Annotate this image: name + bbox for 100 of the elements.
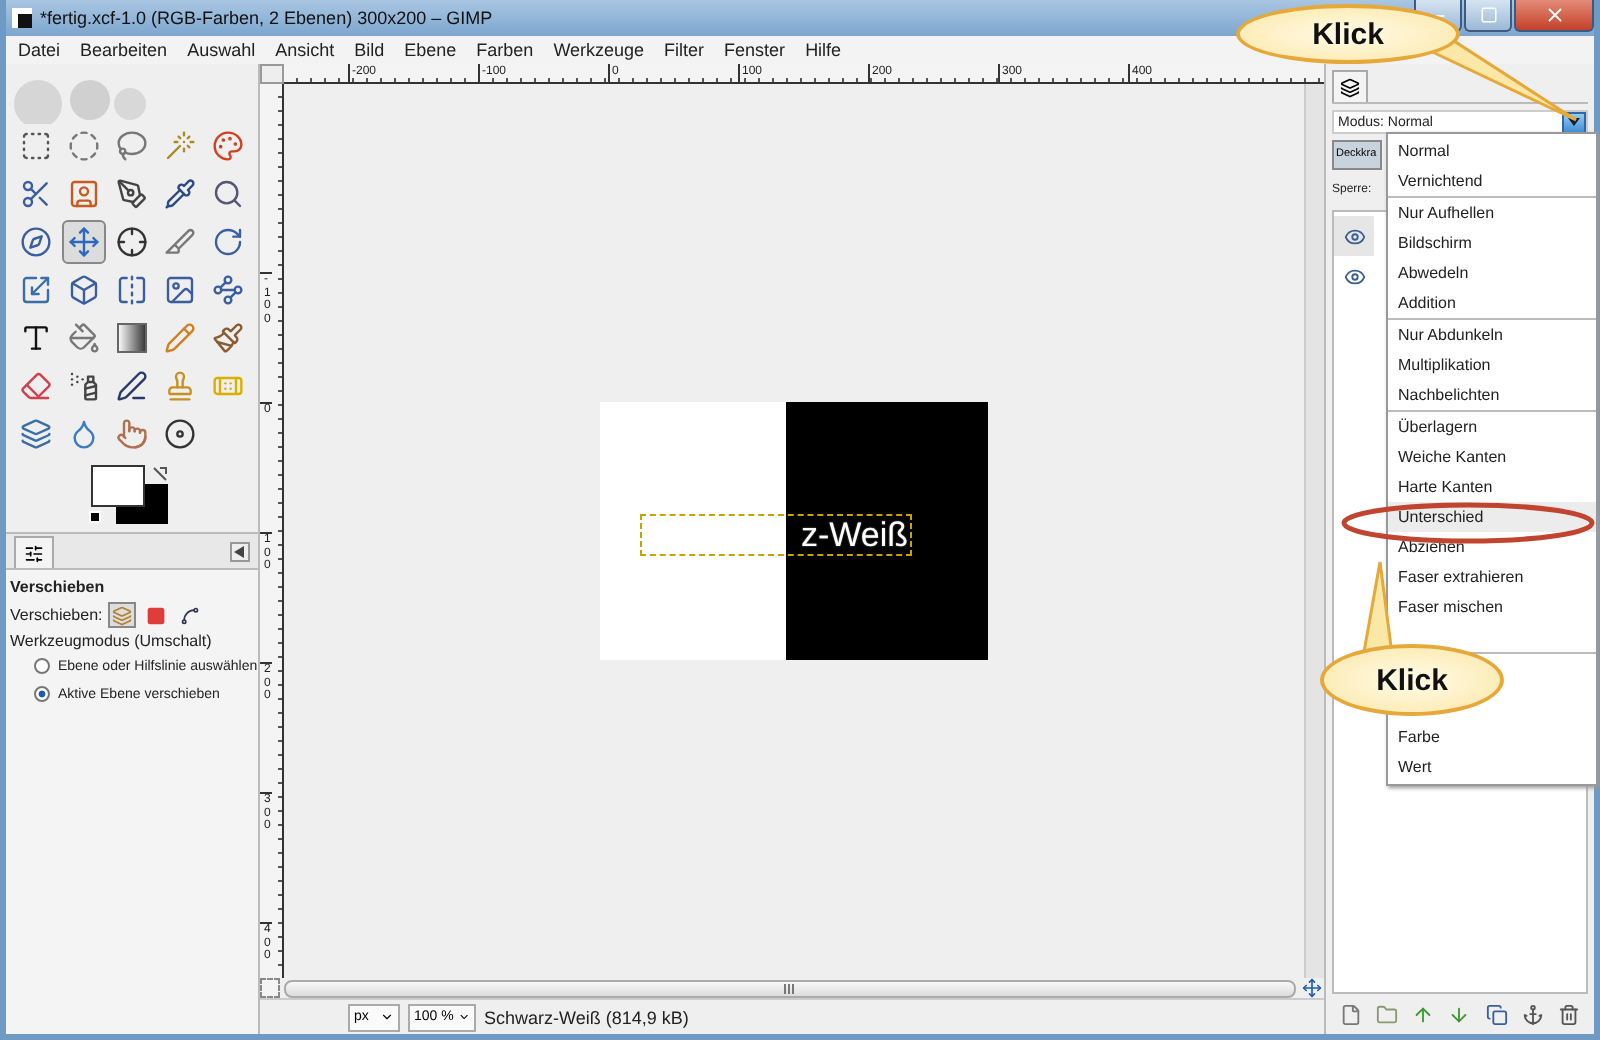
knife-icon [164,226,196,258]
folder-button[interactable] [1373,1001,1400,1027]
window-title: *fertig.xcf-1.0 (RGB-Farben, 2 Ebenen) 300x200 – GIMP [40,8,493,28]
compass-icon [20,226,52,258]
menu-option[interactable]: Abziehen [1388,532,1596,562]
menu-item[interactable]: Fenster [724,40,786,60]
menu-item[interactable]: Datei [18,40,61,60]
stamp-icon [164,370,196,402]
menu-item[interactable]: Farben [476,40,534,60]
search-icon [212,178,244,210]
pencil-icon [164,322,196,354]
menu-option[interactable]: Faser mischen [1388,592,1596,622]
tool-options-title: Verschieben [8,576,107,600]
menu-item[interactable]: Ebene [404,40,457,60]
trash-button[interactable] [1556,1001,1583,1027]
ink-pen-icon [116,370,148,402]
move-icon [68,226,100,258]
menu-item[interactable]: Werkzeuge [553,40,645,60]
menu-option[interactable]: Wert [1388,752,1596,782]
scissors-icon [20,178,52,210]
folder-icon [1375,1003,1398,1025]
eraser-icon [20,370,52,402]
wand-icon [164,130,196,162]
menu-option[interactable]: Bildschirm [1388,228,1596,258]
text-icon [20,322,52,354]
file-icon [1339,1003,1362,1025]
menu-option[interactable]: Überlagern [1388,412,1596,442]
menu-item[interactable]: Filter [664,40,705,60]
caret-icon [380,1010,394,1024]
cube-icon [68,274,100,306]
move-icon [1302,978,1322,998]
menu-option[interactable]: Nur Aufhellen [1388,198,1596,228]
panel-menu-button[interactable] [230,542,250,562]
menu-item[interactable]: Bild [354,40,385,60]
menu-option[interactable]: Harte Kanten [1388,472,1596,502]
palette-icon [212,130,244,162]
person-icon [68,178,100,210]
brush-icon [212,322,244,354]
pen-icon [116,178,148,210]
menu-option[interactable]: Nachbelichten [1388,380,1596,410]
menu-item[interactable]: Bearbeiten [80,40,168,60]
flip-icon [116,274,148,306]
caret-icon [457,1010,470,1024]
menu-option[interactable]: Vernichtend [1388,166,1596,196]
menu-item[interactable]: Auswahl [187,40,256,60]
eye-icon[interactable] [1343,265,1365,287]
menu-option[interactable]: Weiche Kanten [1388,442,1596,472]
tool-options-tab[interactable] [14,536,54,568]
menu-option[interactable]: Normal [1388,136,1596,166]
layers-icon [1340,77,1360,97]
horizontal-scrollbar[interactable] [284,979,1296,997]
down-arrow-icon [1448,1003,1471,1025]
crosshair-icon [116,226,148,258]
eye-icon[interactable] [1343,225,1365,247]
sliders-icon [24,543,44,563]
move-label: Verschieben: [10,606,103,624]
copy-button[interactable] [1483,1001,1510,1027]
menu-item[interactable]: Hilfe [805,40,842,60]
status-text: Schwarz-Weiß (814,9 kB) [484,1007,689,1027]
menu-option[interactable]: Faser extrahieren [1388,562,1596,592]
radio-button[interactable] [34,658,50,674]
maximize-button[interactable] [1464,0,1512,32]
layers-icon [112,605,133,625]
maximize-icon [1479,6,1497,24]
droplet-icon [68,418,100,450]
navigate-button[interactable] [1300,978,1324,998]
app-icon [12,8,32,28]
lasso-icon [116,130,148,162]
square-icon [146,605,167,625]
vertical-scrollbar[interactable] [1304,84,1324,978]
layers-tab[interactable] [1332,70,1368,102]
menu-option[interactable]: Multiplikation [1388,350,1596,380]
layer-row[interactable] [1334,216,1374,256]
radio-button[interactable] [34,686,50,702]
text-layer: z-Weiß [640,514,912,556]
up-arrow-icon [1412,1003,1435,1025]
menu-option[interactable]: Addition [1388,288,1596,318]
triangle-icon [234,546,246,558]
nodes-icon [212,274,244,306]
menu-item[interactable]: Ansicht [275,40,335,60]
image-icon [164,274,196,306]
bucket-icon [68,322,100,354]
path-icon [180,605,201,625]
disc-icon [164,418,196,450]
pipette-icon [164,178,196,210]
file-button[interactable] [1337,1001,1364,1027]
menu-option[interactable]: Farbe [1388,722,1596,752]
anchor-button[interactable] [1520,1001,1547,1027]
dashed-square-icon [20,130,52,162]
close-button[interactable] [1514,0,1594,32]
dashed-circle-icon [68,130,100,162]
menu-option[interactable]: Nur Abdunkeln [1388,320,1596,350]
rotate-icon [212,226,244,258]
close-icon [1543,4,1565,26]
anchor-icon [1522,1003,1545,1025]
menu-option[interactable]: Abwedeln [1388,258,1596,288]
layers-icon [20,418,52,450]
copy-icon [1485,1003,1508,1025]
finger-icon [116,418,148,450]
quick-mask-button[interactable] [260,978,280,998]
